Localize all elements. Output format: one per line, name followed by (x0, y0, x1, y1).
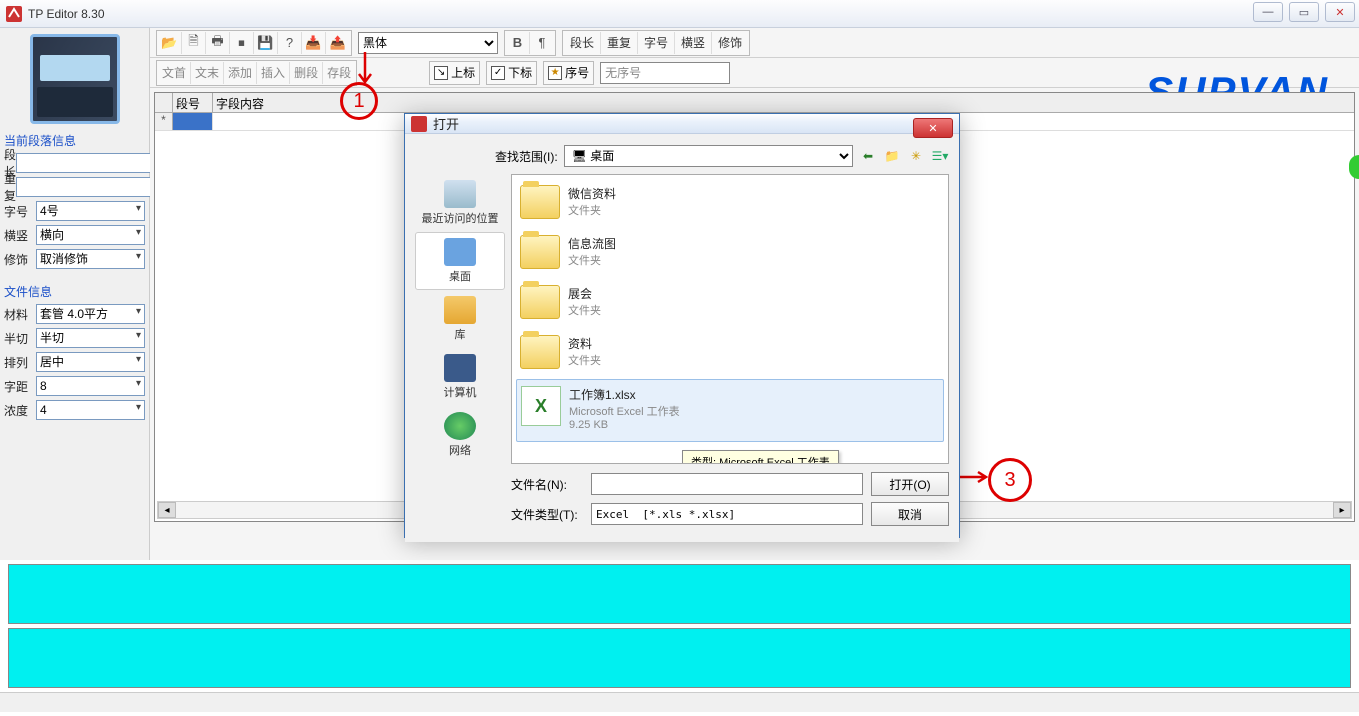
close-button[interactable]: ✕ (1325, 2, 1355, 22)
btn-wenshou[interactable]: 文首 (158, 62, 191, 84)
place-recent[interactable]: 最近访问的位置 (415, 174, 505, 232)
label-nongdu: 浓度 (4, 402, 36, 419)
back-icon[interactable]: ⬅ (859, 147, 877, 165)
dialog-close-button[interactable]: ✕ (913, 118, 953, 138)
folder-icon (520, 335, 560, 369)
filename-input[interactable] (591, 473, 863, 495)
btn-add[interactable]: 添加 (224, 62, 257, 84)
list-item-selected[interactable]: X工作簿1.xlsxMicrosoft Excel 工作表9.25 KB (516, 379, 944, 442)
select-nongdu[interactable]: 4 (36, 400, 145, 420)
list-item[interactable]: 微信资料文件夹 (516, 179, 944, 229)
up-icon[interactable]: 📁 (883, 147, 901, 165)
status-bar (0, 692, 1359, 712)
font-family-select[interactable]: 黑体 (358, 32, 498, 54)
dialog-title: 打开 (433, 114, 459, 133)
export-icon[interactable]: 📤 (326, 32, 350, 54)
place-library[interactable]: 库 (415, 290, 505, 348)
open-file-dialog: 打开 ✕ 查找范围(I): 🖥 桌面 ⬅ 📁 ✳ ☰▾ 最近访问的位置 桌面 库… (404, 113, 960, 538)
folder-icon (520, 285, 560, 319)
label-chong: 重复 (4, 170, 16, 204)
title-bar: TP Editor 8.30 — ▭ ✕ (0, 0, 1359, 28)
file-tooltip: 类型: Microsoft Excel 工作表 大小: 9.25 KB 修改日期… (682, 450, 839, 464)
look-in-label: 查找范围(I): (495, 148, 558, 165)
btn-save-seg[interactable]: 存段 (323, 62, 355, 84)
file-list[interactable]: 微信资料文件夹 信息流图文件夹 展会文件夹 资料文件夹 X工作簿1.xlsxMi… (511, 174, 949, 464)
select-pailie[interactable]: 居中 (36, 352, 145, 372)
label-cailiao: 材料 (4, 306, 36, 323)
print-icon[interactable]: 🖶 (206, 32, 230, 54)
bold-icon[interactable]: B (506, 32, 530, 54)
label-xiushi: 修饰 (4, 251, 36, 268)
sequence-input[interactable] (600, 62, 730, 84)
help-icon[interactable]: ? (278, 32, 302, 54)
new-folder-icon[interactable]: ✳ (907, 147, 925, 165)
label-banqie: 半切 (4, 330, 36, 347)
scroll-right-icon[interactable]: ▸ (1333, 502, 1351, 518)
list-item[interactable]: 展会文件夹 (516, 279, 944, 329)
label-ziju: 字距 (4, 378, 36, 395)
minimize-button[interactable]: — (1253, 2, 1283, 22)
open-file-icon[interactable]: 📂 (158, 32, 182, 54)
place-network[interactable]: 网络 (415, 406, 505, 464)
save-icon[interactable]: 💾 (254, 32, 278, 54)
select-xiushi[interactable]: 取消修饰 (36, 249, 145, 269)
grid-header: 段号 字段内容 (155, 93, 1354, 113)
list-item[interactable]: 信息流图文件夹 (516, 229, 944, 279)
label-hengshu: 横竖 (4, 227, 36, 244)
stop-icon[interactable]: ⏹ (230, 32, 254, 54)
app-title: TP Editor 8.30 (28, 7, 105, 21)
side-tab-icon[interactable] (1349, 155, 1359, 179)
btn-xiushi[interactable]: 修饰 (712, 32, 748, 54)
location-select[interactable]: 🖥 桌面 (564, 145, 853, 167)
place-computer[interactable]: 计算机 (415, 348, 505, 406)
select-hengshu[interactable]: 横向 (36, 225, 145, 245)
folder-icon (520, 185, 560, 219)
btn-zihao[interactable]: 字号 (638, 32, 675, 54)
maximize-button[interactable]: ▭ (1289, 2, 1319, 22)
preview-strip-1 (8, 564, 1351, 624)
filetype-label: 文件类型(T): (511, 506, 583, 523)
section-current-paragraph: 当前段落信息 (4, 130, 145, 153)
view-icon[interactable]: ☰▾ (931, 147, 949, 165)
list-item[interactable]: 资料文件夹 (516, 329, 944, 379)
label-pailie: 排列 (4, 354, 36, 371)
sequence-toggle[interactable]: ★序号 (543, 61, 594, 85)
select-ziju[interactable]: 8 (36, 376, 145, 396)
excel-file-icon: X (521, 386, 561, 426)
device-preview-image (30, 34, 120, 124)
scroll-left-icon[interactable]: ◂ (158, 502, 176, 518)
properties-panel: 当前段落信息 段长 重复 字号4号 横竖横向 修饰取消修饰 文件信息 材料套管 … (0, 28, 150, 560)
subscript-toggle[interactable]: ✓下标 (486, 61, 537, 85)
dialog-icon (411, 116, 427, 132)
toolbar-1: 📂 🗎 🖶 ⏹ 💾 ? 📥 📤 黑体 B ¶ 段长 重复 字号 横竖 修饰 (150, 28, 1359, 58)
btn-delete[interactable]: 删段 (290, 62, 323, 84)
cancel-button[interactable]: 取消 (871, 502, 949, 526)
new-file-icon[interactable]: 🗎 (182, 32, 206, 54)
app-icon (6, 6, 22, 22)
btn-wenmo[interactable]: 文末 (191, 62, 224, 84)
btn-hengshu[interactable]: 横竖 (675, 32, 712, 54)
open-button[interactable]: 打开(O) (871, 472, 949, 496)
label-zihao: 字号 (4, 203, 36, 220)
btn-insert[interactable]: 插入 (257, 62, 290, 84)
places-bar: 最近访问的位置 桌面 库 计算机 网络 (415, 174, 505, 464)
btn-chongfu[interactable]: 重复 (601, 32, 638, 54)
window-controls: — ▭ ✕ (1253, 2, 1355, 22)
superscript-toggle[interactable]: ↘上标 (429, 61, 480, 85)
btn-duan[interactable]: 段长 (564, 32, 601, 54)
place-desktop[interactable]: 桌面 (415, 232, 505, 290)
section-file-info: 文件信息 (4, 281, 145, 304)
filetype-select[interactable] (591, 503, 863, 525)
col-content: 字段内容 (213, 93, 1354, 112)
select-banqie[interactable]: 半切 (36, 328, 145, 348)
dialog-title-bar: 打开 ✕ (405, 114, 959, 134)
import-icon[interactable]: 📥 (302, 32, 326, 54)
paragraph-icon[interactable]: ¶ (530, 32, 554, 54)
folder-icon (520, 235, 560, 269)
col-segment-no: 段号 (173, 93, 213, 112)
select-zihao[interactable]: 4号 (36, 201, 145, 221)
preview-strip-2 (8, 628, 1351, 688)
filename-label: 文件名(N): (511, 476, 583, 493)
select-cailiao[interactable]: 套管 4.0平方 (36, 304, 145, 324)
